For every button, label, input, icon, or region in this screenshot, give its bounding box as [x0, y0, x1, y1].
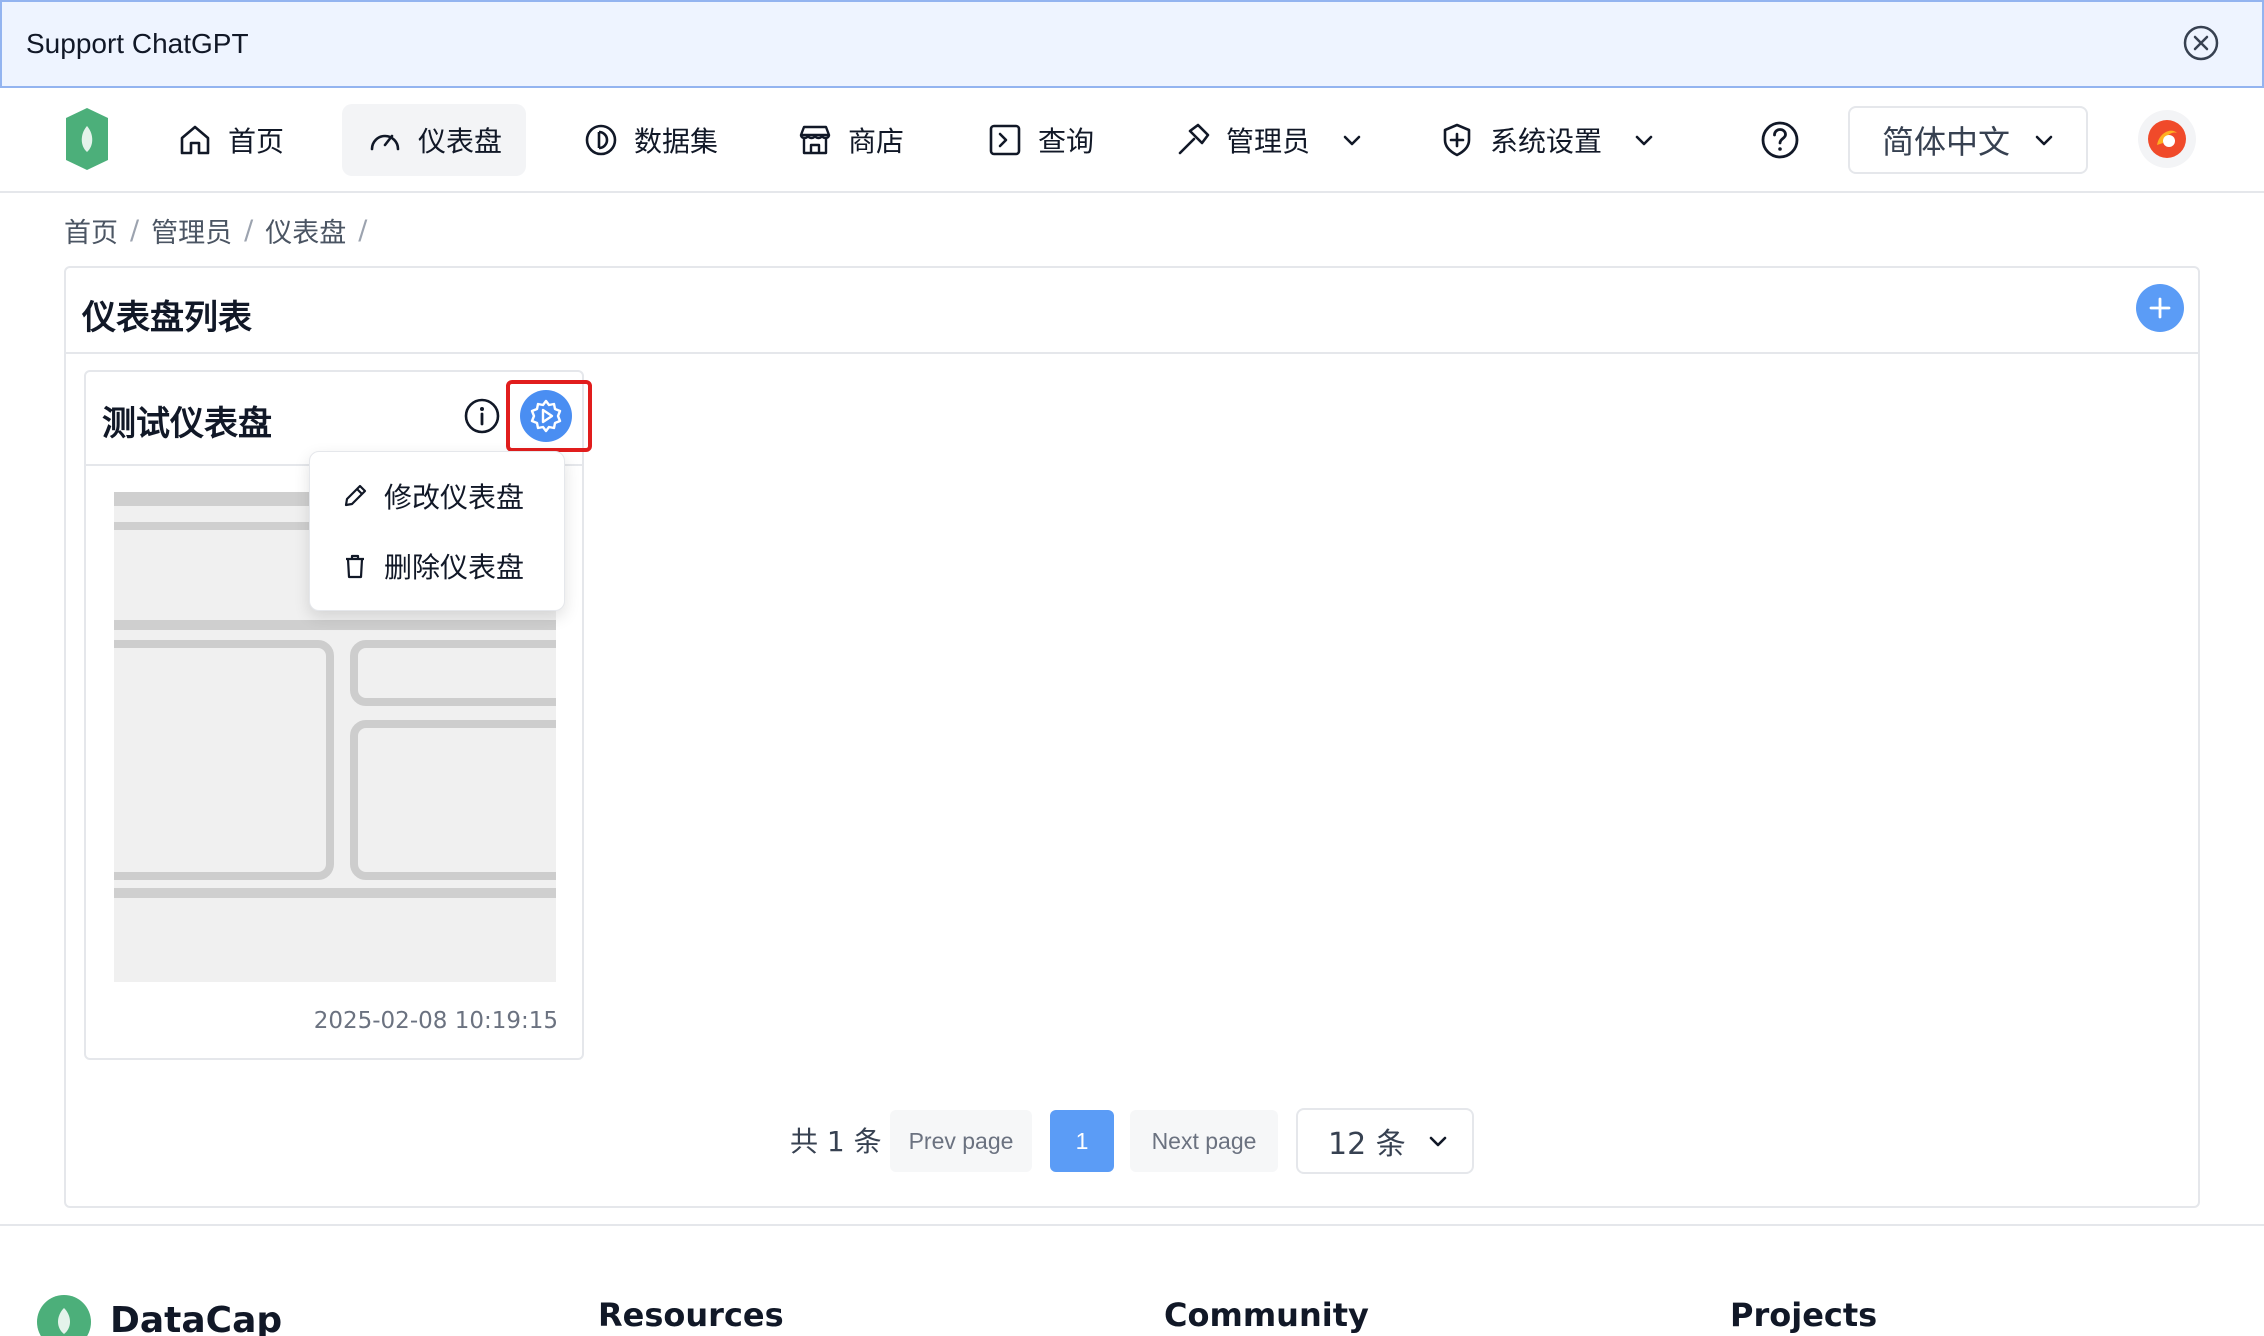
chevron-down-icon	[1343, 135, 1361, 146]
page-title: 仪表盘列表	[82, 298, 252, 338]
footer-divider	[0, 1224, 2264, 1226]
logo-icon	[37, 1295, 91, 1336]
thumbnail-panel	[114, 640, 334, 880]
pencil-icon	[344, 484, 367, 507]
gear-icon	[530, 399, 562, 433]
trash-icon	[346, 554, 364, 579]
thumbnail-bar	[114, 620, 556, 630]
avatar-icon	[2148, 120, 2186, 158]
card-header: 仪表盘列表	[66, 268, 2198, 354]
language-select-value: 简体中文	[1882, 123, 2011, 161]
footer-column-projects: Projects	[1730, 1296, 1878, 1334]
nav-store[interactable]: 商店	[772, 104, 928, 176]
settings-button[interactable]	[520, 390, 572, 442]
breadcrumb-separator: /	[130, 214, 140, 246]
breadcrumb-admin[interactable]: 管理员	[151, 211, 232, 250]
menu-item-delete-label: 删除仪表盘	[384, 551, 525, 584]
nav-query[interactable]: 查询	[962, 104, 1118, 176]
thumbnail-panel	[350, 720, 556, 880]
nav-admin-label: 管理员	[1226, 125, 1311, 158]
menu-item-edit-dashboard[interactable]: 修改仪表盘	[310, 466, 566, 526]
page-size-value: 12 条	[1328, 1127, 1406, 1162]
nav-admin[interactable]: 管理员	[1150, 104, 1388, 176]
nav-dataset[interactable]: 数据集	[558, 104, 742, 176]
dashboard-item-date: 2025-02-08 10:19:15	[313, 1008, 558, 1034]
store-icon	[799, 125, 831, 155]
top-navbar: 首页 仪表盘 数据集 商店 查询 管理员 系统设置 简体中文	[0, 88, 2264, 193]
hammer-icon	[1178, 123, 1210, 155]
logo-icon[interactable]	[62, 106, 112, 172]
dashboard-list-card: 仪表盘列表 测试仪表盘 2025-02-08 10:19:15	[64, 266, 2200, 1208]
shield-icon	[1443, 123, 1471, 157]
prev-page-button[interactable]: Prev page	[890, 1110, 1032, 1172]
home-icon	[180, 125, 210, 155]
plus-icon	[2149, 297, 2171, 319]
nav-dashboard[interactable]: 仪表盘	[342, 104, 527, 176]
pagination: 共 1 条 Prev page 1 Next page 12 条	[0, 1108, 2264, 1174]
page-size-select[interactable]: 12 条	[1296, 1108, 1474, 1174]
thumbnail-bar	[114, 888, 556, 898]
language-select[interactable]: 简体中文	[1848, 106, 2088, 174]
nav-home-label: 首页	[228, 125, 285, 158]
breadcrumb-separator: /	[244, 214, 254, 246]
page-1-button[interactable]: 1	[1050, 1110, 1114, 1172]
nav-dataset-label: 数据集	[634, 125, 719, 158]
add-dashboard-button[interactable]	[2136, 284, 2184, 332]
nav-settings-label: 系统设置	[1490, 125, 1603, 158]
dashboard-item-title[interactable]: 测试仪表盘	[102, 396, 272, 445]
footer-column-community: Community	[1164, 1296, 1369, 1334]
chevron-down-icon	[1635, 135, 1653, 146]
breadcrumb-dashboard[interactable]: 仪表盘	[265, 211, 346, 250]
nav-query-label: 查询	[1038, 125, 1095, 158]
gauge-icon	[370, 134, 400, 151]
breadcrumb: 首页 / 管理员 / 仪表盘 /	[64, 211, 379, 250]
close-icon[interactable]	[2182, 24, 2220, 62]
chevron-down-icon	[1429, 1136, 1447, 1147]
breadcrumb-separator: /	[358, 214, 368, 246]
page: Support ChatGPT 首页 仪表盘 数据集 商店 查询 管理员 系统设…	[0, 0, 2264, 1336]
pagination-total: 共 1 条	[790, 1125, 882, 1158]
footer-brand[interactable]: DataCap	[110, 1300, 282, 1336]
nav-settings[interactable]: 系统设置	[1414, 104, 1680, 176]
footer-column-resources: Resources	[598, 1296, 784, 1334]
dashboard-actions-menu: 修改仪表盘 删除仪表盘	[309, 451, 565, 611]
support-banner: Support ChatGPT	[0, 0, 2264, 88]
avatar[interactable]	[2138, 110, 2196, 168]
nav-home[interactable]: 首页	[152, 104, 308, 176]
menu-item-delete-dashboard[interactable]: 删除仪表盘	[310, 536, 566, 596]
info-icon[interactable]	[462, 396, 502, 436]
nav-dashboard-label: 仪表盘	[418, 125, 503, 158]
help-icon[interactable]	[1758, 118, 1802, 162]
terminal-icon	[989, 124, 1021, 156]
banner-text: Support ChatGPT	[26, 28, 249, 59]
breadcrumb-home[interactable]: 首页	[64, 211, 118, 250]
chevron-down-icon	[2035, 135, 2053, 146]
dataset-icon	[585, 124, 617, 156]
thumbnail-panel	[350, 640, 556, 706]
next-page-button[interactable]: Next page	[1130, 1110, 1278, 1172]
menu-item-edit-label: 修改仪表盘	[384, 481, 525, 514]
nav-store-label: 商店	[848, 125, 905, 158]
